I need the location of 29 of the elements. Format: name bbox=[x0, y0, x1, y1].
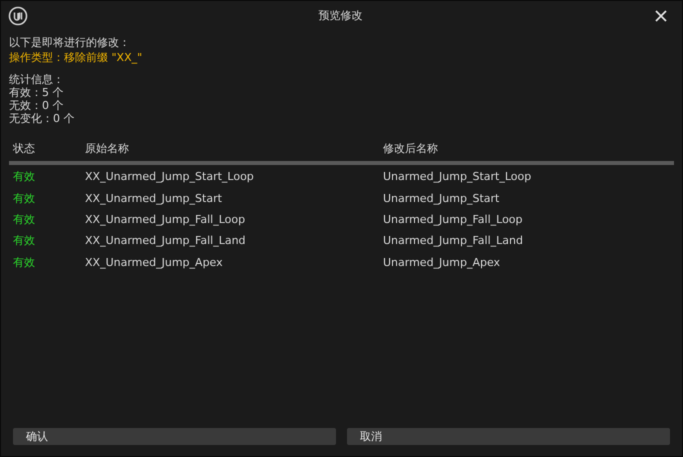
confirm-button[interactable]: 确认 bbox=[13, 428, 336, 445]
original-name-cell: XX_Unarmed_Jump_Fall_Land bbox=[85, 234, 246, 248]
column-header: 状态 bbox=[13, 142, 35, 155]
engine-logo-icon bbox=[8, 6, 28, 26]
status-cell: 有效 bbox=[13, 256, 35, 269]
renamed-cell: Unarmed_Jump_Fall_Land bbox=[383, 234, 523, 248]
operation-type: 操作类型：移除前缀 "XX_" bbox=[9, 50, 144, 65]
stats-line: 有效：5 个 bbox=[9, 86, 64, 99]
original-name-cell: XX_Unarmed_Jump_Apex bbox=[85, 256, 223, 269]
renamed-cell: Unarmed_Jump_Fall_Loop bbox=[383, 212, 523, 226]
column-header: 修改后名称 bbox=[383, 142, 438, 155]
original-name-cell: XX_Unarmed_Jump_Start_Loop bbox=[85, 170, 254, 184]
renamed-cell: Unarmed_Jump_Start bbox=[383, 192, 500, 205]
close-icon[interactable] bbox=[653, 8, 669, 24]
renamed-cell: Unarmed_Jump_Apex bbox=[383, 256, 500, 269]
stats-heading: 统计信息： bbox=[9, 73, 65, 86]
original-name-cell: XX_Unarmed_Jump_Start bbox=[85, 192, 222, 205]
window-title: 预览修改 bbox=[318, 8, 362, 24]
status-cell: 有效 bbox=[13, 192, 35, 205]
status-cell: 有效 bbox=[13, 170, 35, 184]
cancel-button[interactable]: 取消 bbox=[347, 428, 670, 445]
status-cell: 有效 bbox=[13, 212, 35, 226]
stats-line: 无效：0 个 bbox=[9, 99, 64, 112]
stats-line: 无变化：0 个 bbox=[9, 112, 76, 125]
intro-text: 以下是即将进行的修改： bbox=[9, 35, 131, 50]
status-cell: 有效 bbox=[13, 234, 35, 248]
original-name-cell: XX_Unarmed_Jump_Fall_Loop bbox=[85, 212, 246, 226]
renamed-cell: Unarmed_Jump_Start_Loop bbox=[383, 170, 532, 184]
column-header: 原始名称 bbox=[85, 142, 129, 155]
